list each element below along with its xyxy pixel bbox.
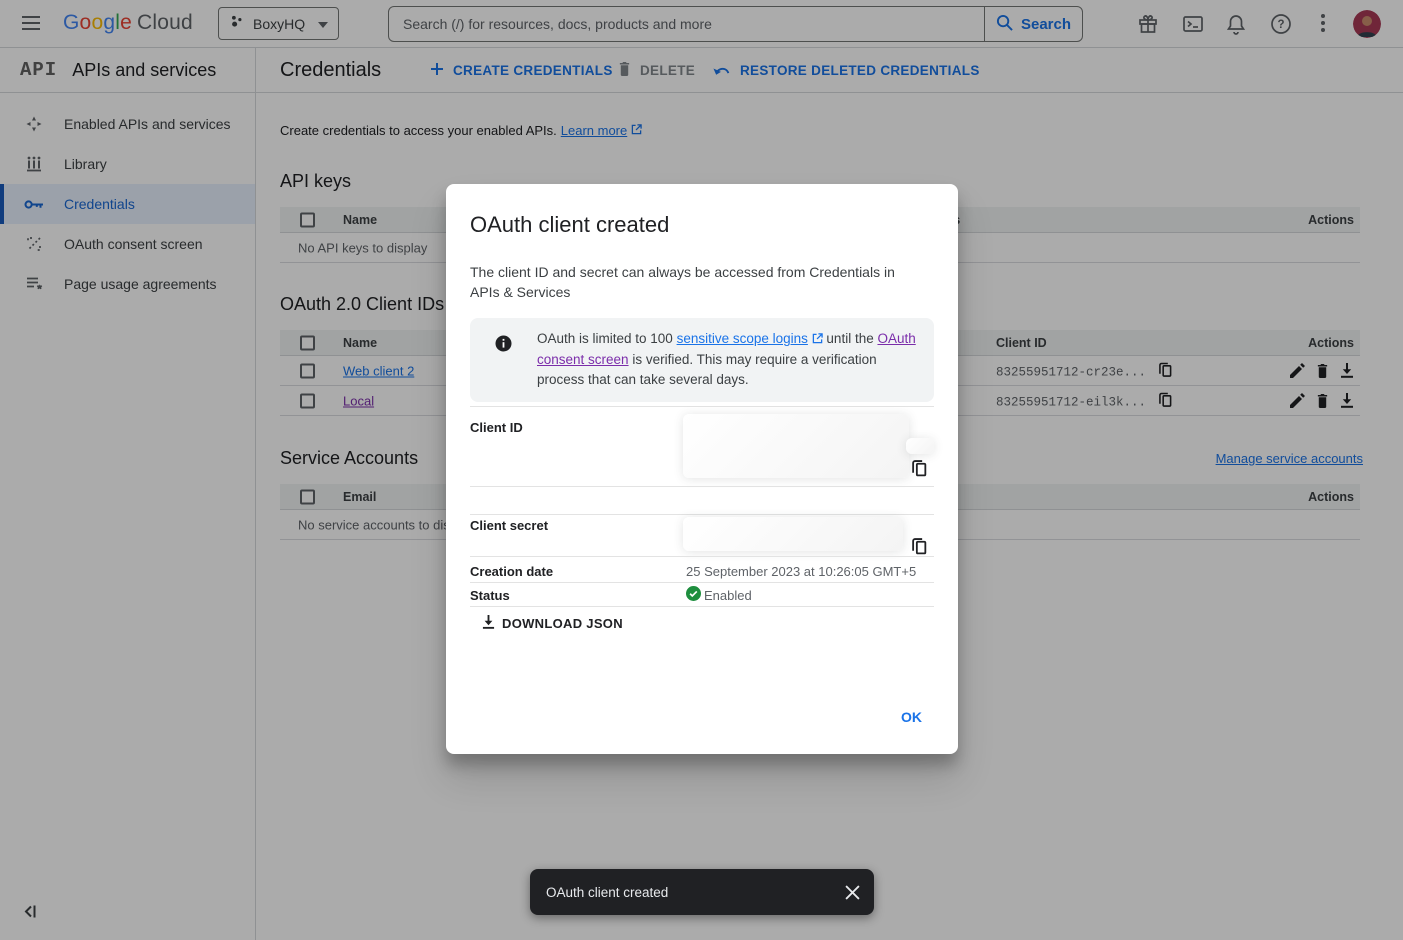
divider xyxy=(470,406,934,407)
client-id-label: Client ID xyxy=(470,420,523,435)
snackbar-message: OAuth client created xyxy=(546,885,845,900)
info-icon xyxy=(495,335,512,357)
download-json-label: DOWNLOAD JSON xyxy=(502,616,623,631)
divider xyxy=(470,582,934,583)
info-pre: OAuth is limited to 100 xyxy=(537,331,677,346)
download-json-button[interactable]: DOWNLOAD JSON xyxy=(482,615,623,632)
status-label: Status xyxy=(470,588,510,603)
divider xyxy=(470,606,934,607)
divider xyxy=(470,514,934,515)
client-id-redacted-value xyxy=(683,414,909,478)
creation-date-label: Creation date xyxy=(470,564,553,579)
divider xyxy=(470,556,934,557)
creation-date-value: 25 September 2023 at 10:26:05 GMT+5 xyxy=(686,564,916,579)
external-link-icon xyxy=(812,333,823,344)
client-secret-label: Client secret xyxy=(470,518,548,533)
oauth-client-created-dialog: OAuth client created The client ID and s… xyxy=(446,184,958,754)
snackbar: OAuth client created xyxy=(530,869,874,915)
info-mid: until the xyxy=(823,331,878,346)
google-cloud-console: G o o g l e Cloud BoxyHQ Search (/) for … xyxy=(0,0,1403,940)
check-circle-icon xyxy=(686,586,701,604)
info-banner: OAuth is limited to 100 sensitive scope … xyxy=(470,318,934,402)
client-secret-redacted-value xyxy=(683,517,903,551)
ok-button[interactable]: OK xyxy=(885,702,938,732)
download-icon xyxy=(482,615,495,632)
dialog-title: OAuth client created xyxy=(470,212,669,238)
info-banner-text: OAuth is limited to 100 sensitive scope … xyxy=(537,329,921,391)
divider xyxy=(470,486,934,487)
status-value: Enabled xyxy=(704,588,752,603)
status-badge: Enabled xyxy=(686,586,752,604)
client-id-redacted-value xyxy=(906,438,934,454)
close-icon[interactable] xyxy=(845,885,860,900)
dialog-subtitle: The client ID and secret can always be a… xyxy=(470,262,915,302)
sensitive-scope-logins-link[interactable]: sensitive scope logins xyxy=(677,331,808,346)
copy-icon[interactable] xyxy=(912,460,927,482)
